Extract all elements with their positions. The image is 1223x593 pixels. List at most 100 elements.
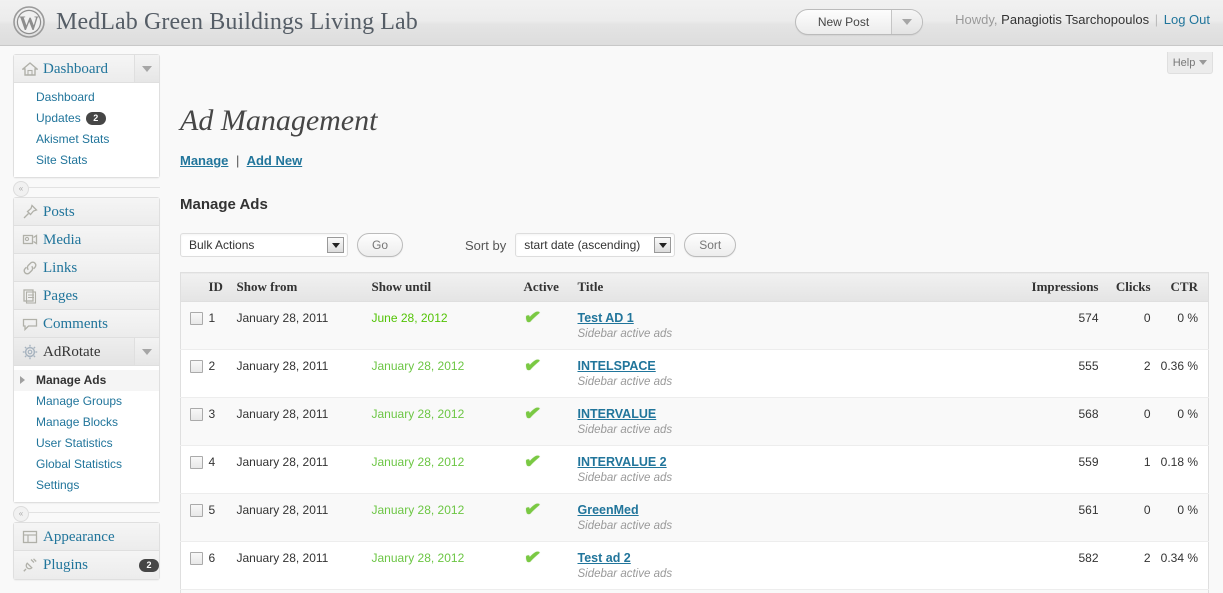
table-row[interactable]: 3 January 28, 2011 January 28, 2012 ✔ INTERV… [180,397,1209,446]
row-checkbox[interactable] [190,456,203,469]
row-ctr: 0.18 % [1160,445,1209,494]
sidebar-subitem-updates[interactable]: Updates 2 [14,108,159,129]
sidebar-item-posts[interactable]: Posts [14,198,159,226]
sidebar-subitem-settings[interactable]: Settings [14,475,159,496]
sidebar-item-dashboard[interactable]: Dashboard [14,55,159,83]
table-row[interactable]: 6 January 28, 2011 January 28, 2012 ✔ Test a… [180,541,1209,590]
sidebar-item-pages[interactable]: Pages [14,282,159,310]
table-row[interactable]: 7January 28, 2011January 28, 2012✔Test a… [180,589,1209,593]
row-clicks: 1 [1108,589,1161,593]
sidebar-item-media[interactable]: Media [14,226,159,254]
sidebar-subitem-global-statistics[interactable]: Global Statistics [14,454,159,475]
sidebar-sublabel: Settings [36,478,80,492]
row-checkbox[interactable] [190,408,203,421]
table-header-row: ID Show from Show until Active Title Imp… [180,272,1209,302]
sidebar-subitem-manage-ads[interactable]: Manage Ads [14,370,159,391]
column-header-show-until[interactable]: Show until [371,272,524,302]
sidebar-item-links[interactable]: Links [14,254,159,282]
table-toolbar: Bulk Actions Go Sort by start date (asce… [180,233,737,257]
row-show-from: January 28, 2011 [236,397,372,446]
check-icon: ✔ [522,353,542,379]
show-until-value: January 28, 2012 [371,359,465,373]
ad-group-label: Sidebar active ads [577,376,673,388]
wordpress-logo-icon[interactable]: W [13,6,45,38]
row-ctr: 0.17 % [1160,589,1209,593]
sidebar-label: Plugins [43,557,89,573]
collapse-menu-icon[interactable]: « [13,506,29,522]
admin-sidebar: Dashboard Dashboard Updates 2 Akismet Sta… [0,46,165,593]
column-header-impressions[interactable]: Impressions [1000,272,1109,302]
caret-shape [142,348,152,355]
row-checkbox-cell[interactable] [180,493,207,542]
row-id: 2 [206,349,237,398]
plug-icon [17,557,43,573]
sidebar-subitem-site-stats[interactable]: Site Stats [14,150,159,171]
sidebar-label: AdRotate [43,343,101,360]
sidebar-subitem-dashboard[interactable]: Dashboard [14,87,159,108]
row-title-cell: INTELSPACE Sidebar active ads [577,349,1001,398]
sidebar-item-plugins[interactable]: Plugins 2 [14,551,159,579]
row-checkbox[interactable] [190,552,203,565]
subnav-manage-link[interactable]: Manage [180,153,228,168]
chevron-down-icon[interactable] [891,10,922,34]
sidebar-item-appearance[interactable]: Appearance [14,523,159,551]
column-header-clicks[interactable]: Clicks [1108,272,1161,302]
sidebar-subitem-manage-blocks[interactable]: Manage Blocks [14,412,159,433]
row-checkbox-cell[interactable] [180,445,207,494]
sidebar-subitem-akismet-stats[interactable]: Akismet Stats [14,129,159,150]
row-checkbox-cell[interactable] [180,589,207,593]
chevron-down-icon[interactable] [654,237,672,253]
ad-title-link[interactable]: GreenMed [578,503,1001,517]
new-post-dropdown[interactable]: New Post [795,9,923,35]
plugins-count-badge: 2 [139,558,159,572]
caret-shape [331,242,340,248]
row-active: ✔ [523,589,578,593]
ad-title-link[interactable]: INTERVALUE [578,407,1001,421]
sidebar-subitem-user-statistics[interactable]: User Statistics [14,433,159,454]
column-header-active[interactable]: Active [523,272,578,302]
row-checkbox-cell[interactable] [180,397,207,446]
chevron-down-icon[interactable] [134,338,159,365]
ad-title-link[interactable]: INTERVALUE 2 [578,455,1001,469]
table-row[interactable]: 2 January 28, 2011 January 28, 2012 ✔ INTELS… [180,349,1209,398]
row-active: ✔ [522,301,578,350]
user-name[interactable]: Panagiotis Tsarchopoulos [1001,12,1149,27]
pages-icon [17,288,43,304]
sidebar-group-main: Posts Media Links Pages Comments AdRotat… [13,197,160,503]
row-checkbox-cell[interactable] [180,349,207,398]
row-checkbox-cell[interactable] [180,541,207,590]
row-checkbox[interactable] [190,312,203,325]
table-row[interactable]: 4 January 28, 2011 January 28, 2012 ✔ INTERV… [180,445,1209,494]
table-row[interactable]: 5 January 28, 2011 January 28, 2012 ✔ GreenM… [180,493,1209,542]
row-checkbox-cell[interactable] [180,301,207,350]
row-checkbox[interactable] [190,360,203,373]
row-checkbox[interactable] [190,504,203,517]
new-post-label: New Post [817,15,870,29]
table-head: ID Show from Show until Active Title Imp… [180,272,1209,302]
subnav-add-new-link[interactable]: Add New [247,153,303,168]
chevron-down-icon[interactable] [327,237,344,253]
ad-title-link[interactable]: Test AD 1 [578,311,1001,325]
row-ctr: 0 % [1160,397,1209,446]
sidebar-item-adrotate[interactable]: AdRotate [14,338,159,366]
go-button[interactable]: Go [357,233,404,257]
log-out-link[interactable]: Log Out [1164,12,1210,27]
column-header-ctr[interactable]: CTR [1160,272,1209,302]
bulk-actions-select[interactable]: Bulk Actions [180,233,348,257]
chevron-down-icon[interactable] [134,55,159,82]
row-impressions: 574 [1000,301,1109,350]
table-row[interactable]: 1 January 28, 2011 June 28, 2012 ✔ Test AD 1… [180,301,1209,350]
sort-select[interactable]: start date (ascending) [515,233,676,257]
subnav-separator: | [236,153,240,168]
column-header-id[interactable]: ID [206,272,237,302]
help-tab-button[interactable]: Help [1167,52,1213,74]
sidebar-item-comments[interactable]: Comments [14,310,159,338]
column-header-show-from[interactable]: Show from [236,272,372,302]
collapse-menu-icon[interactable]: « [13,181,29,197]
ad-title-link[interactable]: INTELSPACE [578,359,1001,373]
ad-title-link[interactable]: Test ad 2 [578,551,1001,565]
column-header-title[interactable]: Title [577,272,1001,302]
sort-button[interactable]: Sort [684,233,737,257]
site-title[interactable]: MedLab Green Buildings Living Lab [56,9,418,36]
sidebar-subitem-manage-groups[interactable]: Manage Groups [14,391,159,412]
